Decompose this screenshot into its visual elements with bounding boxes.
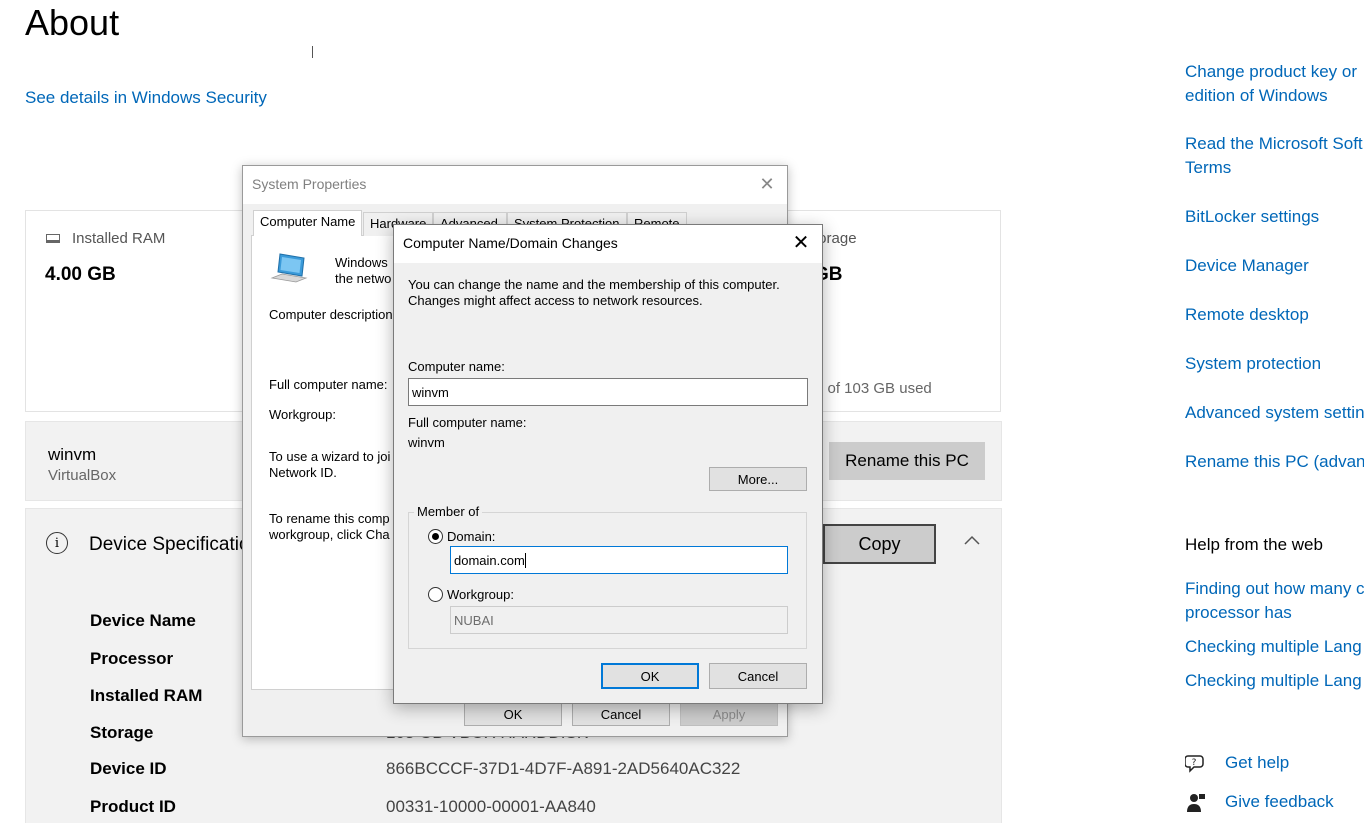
domain-input[interactable]: domain.com [450, 546, 788, 574]
tab-computer-name[interactable]: Computer Name [253, 210, 363, 236]
device-spec-title: Device Specification [89, 534, 261, 555]
sp-wizard-text: To use a wizard to joi [269, 449, 391, 464]
sp-apply-button[interactable]: Apply [680, 702, 778, 726]
sidebar-link-system-protection[interactable]: System protection [1185, 352, 1364, 376]
help-link-processor-cores[interactable]: Finding out how many c processor has [1185, 577, 1364, 625]
link-line: processor has [1185, 603, 1292, 622]
installed-ram-value: 4.00 GB [45, 264, 116, 285]
spec-key-storage: Storage [90, 723, 154, 742]
domain-label: Domain: [447, 529, 496, 544]
sp-computer-description-label: Computer description [269, 307, 393, 322]
clipped-text-fragment [312, 46, 313, 58]
member-of-label: Member of [414, 504, 483, 519]
sidebar-link-license-terms[interactable]: Read the Microsoft Soft Terms [1185, 132, 1364, 180]
sidebar-link-bitlocker[interactable]: BitLocker settings [1185, 205, 1364, 229]
domain-input-value: domain.com [454, 552, 525, 568]
link-line: Read the Microsoft Soft [1185, 134, 1363, 153]
ram-icon [46, 234, 60, 243]
give-feedback-icon [1187, 794, 1205, 812]
help-from-web-heading: Help from the web [1185, 535, 1323, 554]
spec-key-processor: Processor [90, 649, 174, 668]
sp-windows-text: Windows [335, 255, 388, 270]
workgroup-label: Workgroup: [447, 587, 514, 602]
computer-name-input[interactable]: winvm [408, 378, 808, 406]
copy-button[interactable]: Copy [823, 524, 936, 564]
text-cursor [524, 552, 526, 568]
windows-security-link[interactable]: See details in Windows Security [25, 88, 267, 108]
sidebar-link-advanced-settings[interactable]: Advanced system settin [1185, 401, 1364, 425]
get-help-link[interactable]: Get help [1225, 753, 1289, 773]
sp-ok-button[interactable]: OK [464, 702, 562, 726]
info-icon: i [46, 532, 68, 554]
help-link-languages-1[interactable]: Checking multiple Lang [1185, 635, 1364, 659]
spec-value-device-id: 866BCCCF-37D1-4D7F-A891-2AD5640AC322 [386, 759, 741, 778]
sidebar-link-remote-desktop[interactable]: Remote desktop [1185, 303, 1364, 327]
computer-name-label: Computer name: [408, 359, 505, 374]
spec-key-installed-ram: Installed RAM [90, 686, 203, 705]
radio-selected-dot [432, 533, 439, 540]
pc-name: winvm [48, 445, 97, 464]
sp-wizard-text-2: Network ID. [269, 465, 337, 480]
storage-used-text: 3 of 103 GB used [815, 380, 932, 397]
domain-changes-title: Computer Name/Domain Changes [403, 235, 618, 251]
dc-ok-button[interactable]: OK [601, 663, 699, 689]
full-computer-name-value: winvm [408, 435, 445, 450]
spec-key-product-id: Product ID [90, 797, 176, 816]
computer-icon [270, 253, 308, 283]
spec-key-device-id: Device ID [90, 759, 167, 778]
workgroup-radio[interactable] [428, 587, 443, 602]
sp-workgroup-label: Workgroup: [269, 407, 336, 422]
domain-radio[interactable] [428, 529, 443, 544]
workgroup-input[interactable]: NUBAI [450, 606, 788, 634]
link-line: Change product key or [1185, 62, 1357, 81]
sp-cancel-button[interactable]: Cancel [572, 702, 670, 726]
spec-key-device-name: Device Name [90, 611, 196, 630]
rename-pc-button[interactable]: Rename this PC [829, 442, 985, 480]
link-line: Finding out how many c [1185, 579, 1364, 598]
help-link-languages-2[interactable]: Checking multiple Lang [1185, 669, 1364, 693]
sp-rename-text: To rename this comp [269, 511, 390, 526]
sp-rename-text-2: workgroup, click Cha [269, 527, 390, 542]
full-computer-name-label: Full computer name: [408, 415, 527, 430]
spec-value-product-id: 00331-10000-00001-AA840 [386, 797, 596, 816]
sidebar-link-change-product-key[interactable]: Change product key or edition of Windows [1185, 60, 1364, 108]
installed-ram-label: Installed RAM [72, 230, 166, 247]
domain-changes-close-icon[interactable]: ✕ [790, 232, 812, 254]
system-properties-close-icon[interactable]: ✕ [757, 174, 777, 194]
system-properties-title: System Properties [252, 176, 367, 192]
link-line: edition of Windows [1185, 86, 1328, 105]
dc-cancel-button[interactable]: Cancel [709, 663, 807, 689]
get-help-icon: ? [1185, 755, 1204, 773]
chevron-up-icon[interactable] [962, 532, 982, 548]
sp-full-computer-name-label: Full computer name: [269, 377, 388, 392]
sp-network-text: the netwo [335, 271, 392, 286]
sidebar-link-rename-advanced[interactable]: Rename this PC (advanc [1185, 450, 1364, 474]
more-button[interactable]: More... [709, 467, 807, 491]
give-feedback-link[interactable]: Give feedback [1225, 792, 1334, 812]
dc-description-line-1: You can change the name and the membersh… [408, 277, 780, 292]
sidebar-link-device-manager[interactable]: Device Manager [1185, 254, 1364, 278]
pc-model: VirtualBox [48, 467, 117, 484]
svg-text:?: ? [1192, 758, 1197, 768]
dc-description-line-2: Changes might affect access to network r… [408, 293, 703, 308]
page-title: About [25, 2, 120, 43]
link-line: Terms [1185, 158, 1232, 177]
